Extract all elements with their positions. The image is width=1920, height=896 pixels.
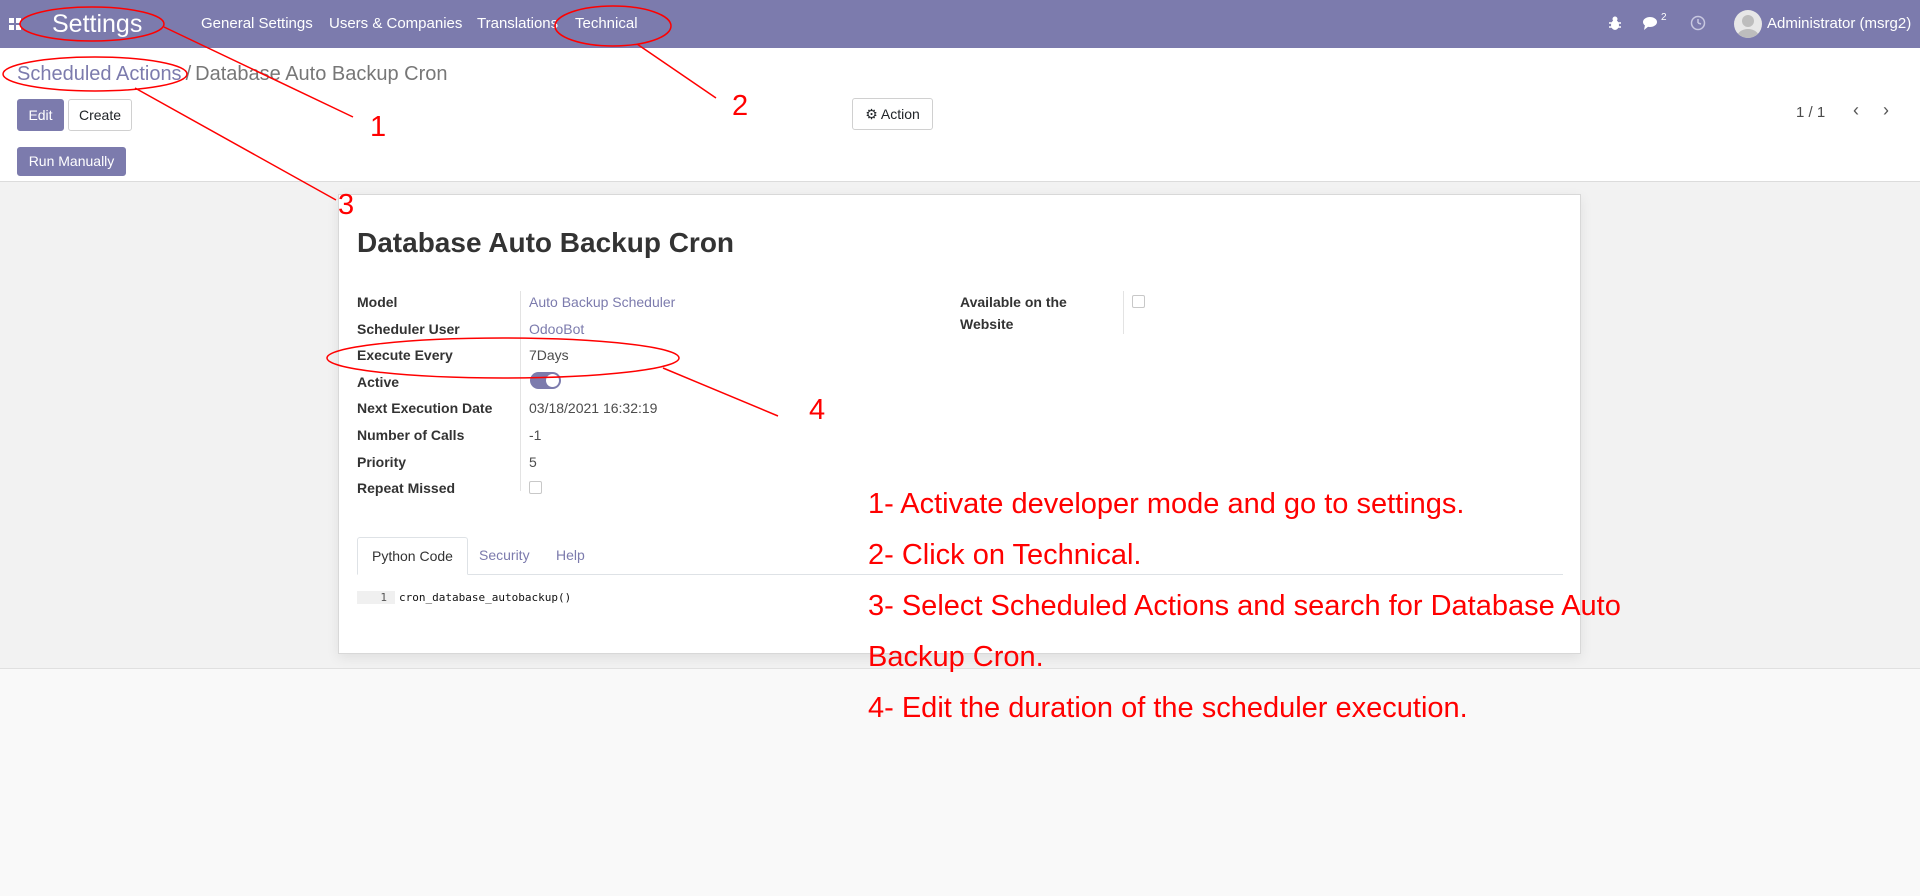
number-of-calls-value[interactable]: -1 (529, 427, 541, 443)
scheduler-user-link[interactable]: OdooBot (529, 321, 584, 337)
breadcrumb: Scheduled Actions / Database Auto Backup C… (17, 62, 448, 86)
website-checkbox[interactable] (1132, 295, 1145, 308)
next-execution-value[interactable]: 03/18/2021 16:32:19 (529, 400, 657, 416)
repeat-missed-checkbox[interactable] (529, 481, 542, 494)
website-label-line1: Available on the (960, 294, 1067, 310)
breadcrumb-current: Database Auto Backup Cron (195, 63, 448, 85)
form-sheet: Database Auto Backup Cron Model Auto Bac… (338, 194, 1581, 654)
number-of-calls-label: Number of Calls (357, 427, 465, 443)
tab-python-code[interactable]: Python Code (357, 537, 468, 575)
model-label: Model (357, 294, 398, 310)
website-label-line2: Website (960, 316, 1014, 332)
menu-technical[interactable]: Technical (575, 15, 638, 33)
chat-icon[interactable] (1642, 15, 1660, 31)
chevron-left-icon[interactable]: ‹ (1846, 100, 1866, 122)
tab-help[interactable]: Help (542, 537, 599, 573)
website-divider (1123, 291, 1124, 334)
clock-icon[interactable] (1690, 15, 1706, 31)
avatar[interactable] (1734, 10, 1762, 38)
tab-security[interactable]: Security (465, 537, 544, 573)
app-title[interactable]: Settings (52, 9, 142, 39)
statusbar: Run Manually (0, 143, 1920, 182)
chevron-right-icon[interactable]: › (1876, 100, 1896, 122)
menu-users-companies[interactable]: Users & Companies (329, 15, 462, 33)
action-dropdown-button[interactable]: ⚙ Action (852, 98, 933, 130)
user-menu[interactable]: Administrator (msrg2) (1767, 15, 1911, 32)
breadcrumb-separator: / (185, 63, 192, 85)
action-label: Action (880, 106, 920, 122)
active-label: Active (357, 374, 400, 390)
breadcrumb-scheduled-actions[interactable]: Scheduled Actions (17, 63, 182, 85)
repeat-missed-label: Repeat Missed (357, 480, 456, 496)
run-manually-button[interactable]: Run Manually (17, 147, 126, 176)
toggle-knob (546, 374, 559, 387)
active-toggle[interactable] (530, 372, 561, 389)
edit-button[interactable]: Edit (17, 99, 64, 131)
code-text: cron_database_autobackup() (399, 591, 572, 604)
record-title: Database Auto Backup Cron (357, 227, 735, 258)
menu-translations[interactable]: Translations (477, 15, 558, 33)
pager-value[interactable]: 1 / 1 (1796, 104, 1825, 121)
notebook-tabs: Python Code Security Help (357, 537, 1563, 575)
bug-icon[interactable] (1608, 15, 1622, 31)
code-editor[interactable]: 1 cron_database_autobackup() (357, 591, 1563, 604)
apps-icon[interactable] (9, 17, 25, 31)
execute-every-value[interactable]: 7Days (529, 347, 569, 363)
menu-general-settings[interactable]: General Settings (201, 15, 313, 33)
gear-icon: ⚙ (865, 106, 878, 122)
execute-every-label: Execute Every (357, 347, 453, 363)
create-button[interactable]: Create (68, 99, 132, 131)
scheduler-user-label: Scheduler User (357, 321, 460, 337)
control-panel: Scheduled Actions / Database Auto Backup C… (0, 48, 1920, 144)
message-count-badge: 2 (1661, 12, 1667, 23)
label-divider (520, 291, 521, 491)
code-line-number: 1 (357, 591, 395, 604)
priority-value[interactable]: 5 (529, 454, 537, 470)
model-link[interactable]: Auto Backup Scheduler (529, 294, 675, 310)
next-execution-label: Next Execution Date (357, 400, 493, 416)
priority-label: Priority (357, 454, 407, 470)
instruction-4: 4- Edit the duration of the scheduler ex… (868, 692, 1468, 724)
top-navbar: Settings General Settings Users & Compan… (0, 0, 1920, 48)
